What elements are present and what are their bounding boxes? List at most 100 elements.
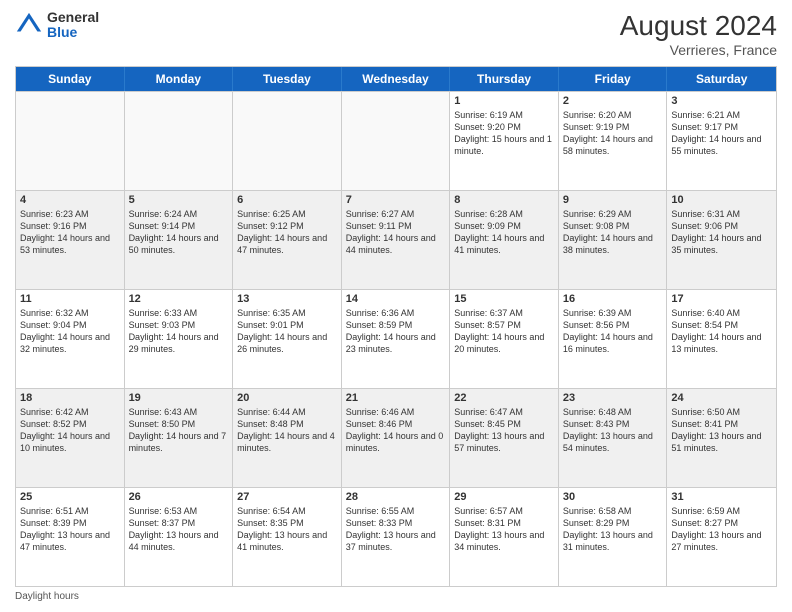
calendar-row-5: 25 Sunrise: 6:51 AM Sunset: 8:39 PM Dayli… xyxy=(16,487,776,586)
day-info: Sunrise: 6:31 AM Sunset: 9:06 PM Dayligh… xyxy=(671,208,772,257)
logo-icon xyxy=(15,11,43,39)
day-number: 13 xyxy=(237,293,337,305)
day-info: Sunrise: 6:29 AM Sunset: 9:08 PM Dayligh… xyxy=(563,208,663,257)
day-number: 16 xyxy=(563,293,663,305)
day-info: Sunrise: 6:40 AM Sunset: 8:54 PM Dayligh… xyxy=(671,307,772,356)
day-number: 22 xyxy=(454,392,554,404)
day-number: 6 xyxy=(237,194,337,206)
day-number: 27 xyxy=(237,491,337,503)
calendar-body: 1 Sunrise: 6:19 AM Sunset: 9:20 PM Daylig… xyxy=(16,91,776,586)
day-cell-25: 25 Sunrise: 6:51 AM Sunset: 8:39 PM Dayli… xyxy=(16,488,125,586)
calendar-row-4: 18 Sunrise: 6:42 AM Sunset: 8:52 PM Dayli… xyxy=(16,388,776,487)
day-info: Sunrise: 6:23 AM Sunset: 9:16 PM Dayligh… xyxy=(20,208,120,257)
calendar-row-2: 4 Sunrise: 6:23 AM Sunset: 9:16 PM Daylig… xyxy=(16,190,776,289)
day-cell-30: 30Sunrise: 6:58 AM Sunset: 8:29 PM Dayli… xyxy=(559,488,668,586)
day-of-week-wednesday: Wednesday xyxy=(342,67,451,91)
day-number: 2 xyxy=(563,95,663,107)
location: Verrieres, France xyxy=(620,42,777,58)
day-info: Sunrise: 6:21 AM Sunset: 9:17 PM Dayligh… xyxy=(671,109,772,158)
day-number: 4 xyxy=(20,194,120,206)
day-info: Sunrise: 6:43 AM Sunset: 8:50 PM Dayligh… xyxy=(129,406,229,455)
day-cell-22: 22 Sunrise: 6:47 AM Sunset: 8:45 PM Dayli… xyxy=(450,389,559,487)
day-info: Sunrise: 6:28 AM Sunset: 9:09 PM Dayligh… xyxy=(454,208,554,257)
day-cell-28: 28 Sunrise: 6:55 AM Sunset: 8:33 PM Dayli… xyxy=(342,488,451,586)
day-cell-26: 26Sunrise: 6:53 AM Sunset: 8:37 PM Dayli… xyxy=(125,488,234,586)
calendar-row-3: 11Sunrise: 6:32 AM Sunset: 9:04 PM Dayli… xyxy=(16,289,776,388)
day-info: Sunrise: 6:48 AM Sunset: 8:43 PM Dayligh… xyxy=(563,406,663,455)
day-info: Sunrise: 6:19 AM Sunset: 9:20 PM Dayligh… xyxy=(454,109,554,158)
header: General Blue August 2024 Verrieres, Fran… xyxy=(15,10,777,58)
day-number: 24 xyxy=(671,392,772,404)
day-number: 20 xyxy=(237,392,337,404)
day-number: 21 xyxy=(346,392,446,404)
empty-cell xyxy=(125,92,234,190)
day-info: Sunrise: 6:36 AM Sunset: 8:59 PM Dayligh… xyxy=(346,307,446,356)
day-info: Sunrise: 6:55 AM Sunset: 8:33 PM Dayligh… xyxy=(346,505,446,554)
day-cell-18: 18 Sunrise: 6:42 AM Sunset: 8:52 PM Dayli… xyxy=(16,389,125,487)
day-cell-29: 29 Sunrise: 6:57 AM Sunset: 8:31 PM Dayli… xyxy=(450,488,559,586)
empty-cell xyxy=(342,92,451,190)
logo-blue: Blue xyxy=(47,25,99,40)
day-number: 18 xyxy=(20,392,120,404)
day-cell-21: 21 Sunrise: 6:46 AM Sunset: 8:46 PM Dayli… xyxy=(342,389,451,487)
day-cell-3: 3 Sunrise: 6:21 AM Sunset: 9:17 PM Daylig… xyxy=(667,92,776,190)
day-cell-4: 4 Sunrise: 6:23 AM Sunset: 9:16 PM Daylig… xyxy=(16,191,125,289)
day-cell-7: 7 Sunrise: 6:27 AM Sunset: 9:11 PM Daylig… xyxy=(342,191,451,289)
day-number: 7 xyxy=(346,194,446,206)
day-info: Sunrise: 6:27 AM Sunset: 9:11 PM Dayligh… xyxy=(346,208,446,257)
day-cell-9: 9 Sunrise: 6:29 AM Sunset: 9:08 PM Daylig… xyxy=(559,191,668,289)
day-of-week-sunday: Sunday xyxy=(16,67,125,91)
day-number: 23 xyxy=(563,392,663,404)
page: General Blue August 2024 Verrieres, Fran… xyxy=(0,0,792,612)
day-info: Sunrise: 6:47 AM Sunset: 8:45 PM Dayligh… xyxy=(454,406,554,455)
day-of-week-tuesday: Tuesday xyxy=(233,67,342,91)
day-info: Sunrise: 6:44 AM Sunset: 8:48 PM Dayligh… xyxy=(237,406,337,455)
day-info: Sunrise: 6:37 AM Sunset: 8:57 PM Dayligh… xyxy=(454,307,554,356)
logo-general: General xyxy=(47,10,99,25)
day-number: 19 xyxy=(129,392,229,404)
month-year: August 2024 xyxy=(620,10,777,42)
footer-note: Daylight hours xyxy=(15,591,777,602)
day-number: 17 xyxy=(671,293,772,305)
day-cell-11: 11Sunrise: 6:32 AM Sunset: 9:04 PM Dayli… xyxy=(16,290,125,388)
day-info: Sunrise: 6:51 AM Sunset: 8:39 PM Dayligh… xyxy=(20,505,120,554)
day-number: 10 xyxy=(671,194,772,206)
day-number: 1 xyxy=(454,95,554,107)
day-info: Sunrise: 6:50 AM Sunset: 8:41 PM Dayligh… xyxy=(671,406,772,455)
day-of-week-monday: Monday xyxy=(125,67,234,91)
day-cell-31: 31 Sunrise: 6:59 AM Sunset: 8:27 PM Dayli… xyxy=(667,488,776,586)
day-number: 9 xyxy=(563,194,663,206)
day-info: Sunrise: 6:33 AM Sunset: 9:03 PM Dayligh… xyxy=(129,307,229,356)
day-number: 11 xyxy=(20,293,120,305)
title-block: August 2024 Verrieres, France xyxy=(620,10,777,58)
day-cell-2: 2 Sunrise: 6:20 AM Sunset: 9:19 PM Daylig… xyxy=(559,92,668,190)
day-number: 31 xyxy=(671,491,772,503)
day-cell-24: 24 Sunrise: 6:50 AM Sunset: 8:41 PM Dayli… xyxy=(667,389,776,487)
day-cell-16: 16 Sunrise: 6:39 AM Sunset: 8:56 PM Dayli… xyxy=(559,290,668,388)
day-cell-23: 23 Sunrise: 6:48 AM Sunset: 8:43 PM Dayli… xyxy=(559,389,668,487)
day-cell-6: 6Sunrise: 6:25 AM Sunset: 9:12 PM Daylig… xyxy=(233,191,342,289)
day-number: 3 xyxy=(671,95,772,107)
day-cell-12: 12Sunrise: 6:33 AM Sunset: 9:03 PM Dayli… xyxy=(125,290,234,388)
day-number: 30 xyxy=(563,491,663,503)
calendar-header: SundayMondayTuesdayWednesdayThursdayFrid… xyxy=(16,67,776,91)
day-info: Sunrise: 6:20 AM Sunset: 9:19 PM Dayligh… xyxy=(563,109,663,158)
day-cell-13: 13Sunrise: 6:35 AM Sunset: 9:01 PM Dayli… xyxy=(233,290,342,388)
day-number: 8 xyxy=(454,194,554,206)
day-info: Sunrise: 6:39 AM Sunset: 8:56 PM Dayligh… xyxy=(563,307,663,356)
day-number: 25 xyxy=(20,491,120,503)
day-cell-1: 1 Sunrise: 6:19 AM Sunset: 9:20 PM Daylig… xyxy=(450,92,559,190)
calendar: SundayMondayTuesdayWednesdayThursdayFrid… xyxy=(15,66,777,587)
day-cell-15: 15Sunrise: 6:37 AM Sunset: 8:57 PM Dayli… xyxy=(450,290,559,388)
day-cell-27: 27Sunrise: 6:54 AM Sunset: 8:35 PM Dayli… xyxy=(233,488,342,586)
day-info: Sunrise: 6:46 AM Sunset: 8:46 PM Dayligh… xyxy=(346,406,446,455)
day-cell-19: 19 Sunrise: 6:43 AM Sunset: 8:50 PM Dayli… xyxy=(125,389,234,487)
day-info: Sunrise: 6:42 AM Sunset: 8:52 PM Dayligh… xyxy=(20,406,120,455)
day-number: 29 xyxy=(454,491,554,503)
day-of-week-thursday: Thursday xyxy=(450,67,559,91)
day-info: Sunrise: 6:59 AM Sunset: 8:27 PM Dayligh… xyxy=(671,505,772,554)
day-number: 26 xyxy=(129,491,229,503)
day-number: 28 xyxy=(346,491,446,503)
day-info: Sunrise: 6:57 AM Sunset: 8:31 PM Dayligh… xyxy=(454,505,554,554)
day-of-week-saturday: Saturday xyxy=(667,67,776,91)
